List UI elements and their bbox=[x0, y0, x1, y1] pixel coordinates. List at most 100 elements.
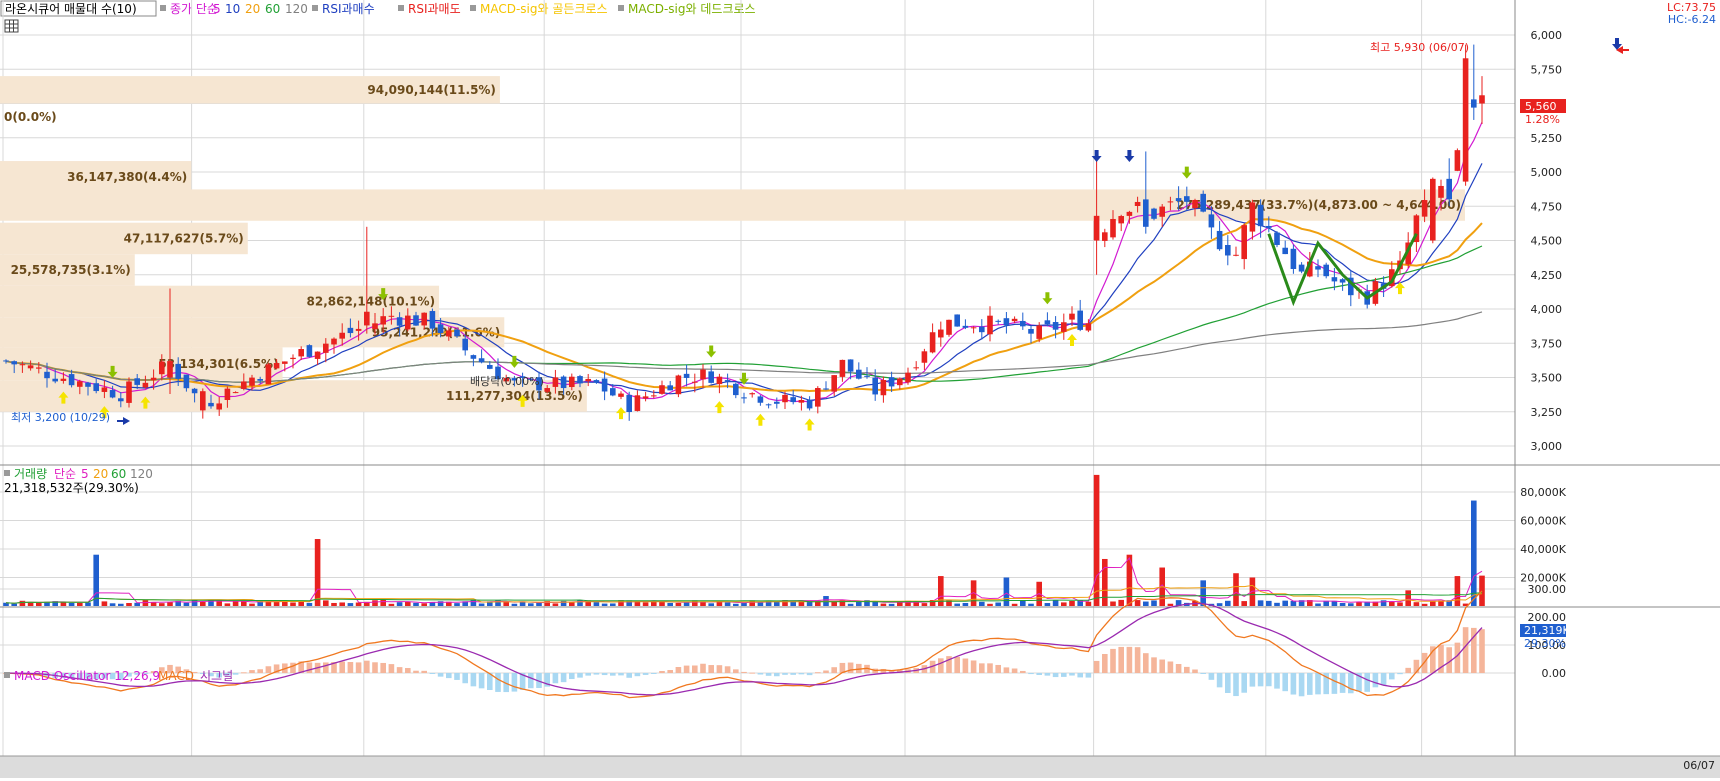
macd-osc-bar bbox=[995, 664, 1001, 673]
candle-body bbox=[1315, 266, 1321, 270]
candle-body bbox=[290, 357, 296, 360]
candle-body bbox=[347, 327, 354, 334]
volume-bar bbox=[659, 602, 665, 606]
macd-osc-bar bbox=[1405, 667, 1411, 673]
macd-osc-bar bbox=[651, 673, 657, 674]
profile-label: 95,241,249(11.6%) bbox=[372, 325, 501, 339]
candle-body bbox=[1028, 328, 1034, 334]
macd-osc-bar bbox=[1134, 647, 1141, 673]
volume-bar bbox=[126, 603, 132, 606]
macd-osc-bar bbox=[847, 662, 854, 673]
macd-osc-bar bbox=[700, 663, 706, 673]
volume-bar bbox=[1397, 602, 1403, 606]
macd-osc-bar bbox=[405, 668, 411, 673]
volume-bar bbox=[1110, 601, 1116, 606]
legend-marker-dead bbox=[618, 5, 624, 11]
macd-osc-bar bbox=[1167, 661, 1174, 673]
volume-bar bbox=[880, 603, 887, 606]
volume-bar bbox=[355, 602, 362, 606]
candle-body bbox=[1462, 58, 1469, 182]
legend-marker-rsi-buy bbox=[312, 5, 318, 11]
candle-body bbox=[552, 377, 559, 387]
legend-marker-gold bbox=[470, 5, 476, 11]
candle-body bbox=[1118, 216, 1124, 224]
candle-body bbox=[241, 381, 247, 389]
macd-osc-bar bbox=[692, 665, 698, 673]
candle-body bbox=[716, 376, 723, 385]
volume-bar bbox=[200, 601, 206, 606]
volume-bar bbox=[995, 602, 1001, 606]
price-tick-label: 5,000 bbox=[1531, 166, 1563, 179]
volume-bar bbox=[601, 603, 608, 606]
candle-body bbox=[626, 394, 632, 413]
volume-bar bbox=[11, 603, 17, 606]
candle-body bbox=[396, 317, 403, 326]
price-tick-label: 4,500 bbox=[1531, 235, 1563, 248]
macd-osc-bar bbox=[421, 670, 427, 673]
macd-osc-bar bbox=[642, 673, 649, 675]
candle-body bbox=[1061, 322, 1067, 332]
macd-osc-bar bbox=[749, 672, 755, 674]
macd-osc-bar bbox=[708, 665, 714, 673]
candle-body bbox=[364, 311, 370, 326]
macd-osc-bar bbox=[831, 667, 837, 673]
macd-osc-bar bbox=[1348, 673, 1354, 694]
volume-bar bbox=[1389, 602, 1395, 606]
volume-bar bbox=[372, 600, 378, 606]
macd-osc-bar bbox=[1069, 673, 1075, 676]
candle-body bbox=[85, 382, 91, 387]
volume-bar bbox=[847, 603, 854, 606]
candle-body bbox=[1331, 277, 1338, 282]
macd-osc-bar bbox=[675, 667, 682, 673]
macd-osc-bar bbox=[1077, 673, 1083, 678]
candle-body bbox=[372, 323, 378, 330]
volume-bar bbox=[470, 600, 477, 606]
candle-body bbox=[872, 377, 878, 395]
volume-tick-label: 80,000K bbox=[1520, 486, 1566, 499]
macd-osc-bar bbox=[306, 662, 313, 673]
volume-bar bbox=[183, 602, 190, 606]
volume-bar bbox=[593, 602, 600, 606]
macd-osc-bar bbox=[1266, 673, 1272, 687]
volume-bar bbox=[323, 600, 329, 606]
candle-body bbox=[888, 377, 895, 387]
chart-canvas[interactable]: 라온시큐어 매물대 수(10) 종가 단순 5 10 20 60 120 RSI… bbox=[0, 0, 1720, 778]
volume-bar bbox=[642, 602, 649, 606]
candle-body bbox=[642, 396, 649, 399]
volume-bar bbox=[724, 602, 731, 606]
macd-osc-bar bbox=[634, 673, 641, 677]
candle-body bbox=[954, 314, 960, 327]
macd-osc-bar bbox=[1249, 673, 1256, 687]
macd-osc-bar bbox=[962, 658, 969, 673]
candle-body bbox=[331, 338, 337, 345]
macd-osc-bar bbox=[790, 673, 796, 675]
macd-osc-bar bbox=[1020, 670, 1026, 673]
candle-body bbox=[1430, 178, 1436, 241]
legend-dead-cross: MACD-sig와 데드크로스 bbox=[628, 2, 756, 16]
macd-osc-bar bbox=[1389, 673, 1395, 680]
candle-body bbox=[618, 393, 624, 397]
candle-body bbox=[1052, 322, 1059, 330]
macd-osc-bar bbox=[1372, 673, 1379, 688]
macd-osc-bar bbox=[774, 673, 780, 677]
volume-bar bbox=[1225, 600, 1231, 606]
candle-body bbox=[167, 361, 173, 378]
volume-tick-label: 60,000K bbox=[1520, 515, 1566, 528]
macd-osc-bar bbox=[741, 671, 747, 673]
candle-body bbox=[823, 388, 829, 390]
candle-body bbox=[962, 325, 969, 328]
candle-body bbox=[1167, 201, 1174, 203]
grid-icon[interactable] bbox=[4, 19, 19, 33]
candle-body bbox=[765, 404, 772, 406]
volume-bar bbox=[577, 600, 583, 606]
macd-osc-bar bbox=[1307, 673, 1313, 695]
candle-body bbox=[487, 364, 493, 369]
macd-osc-bar bbox=[1028, 673, 1034, 675]
candle-body bbox=[880, 380, 887, 396]
macd-osc-bar bbox=[290, 662, 296, 673]
price-tick-label: 3,750 bbox=[1531, 337, 1563, 350]
stock-chart[interactable]: 라온시큐어 매물대 수(10) 종가 단순 5 10 20 60 120 RSI… bbox=[0, 0, 1720, 778]
candle-body bbox=[782, 394, 788, 403]
macd-osc-bar bbox=[265, 666, 272, 673]
macd-osc-bar bbox=[1208, 673, 1215, 680]
